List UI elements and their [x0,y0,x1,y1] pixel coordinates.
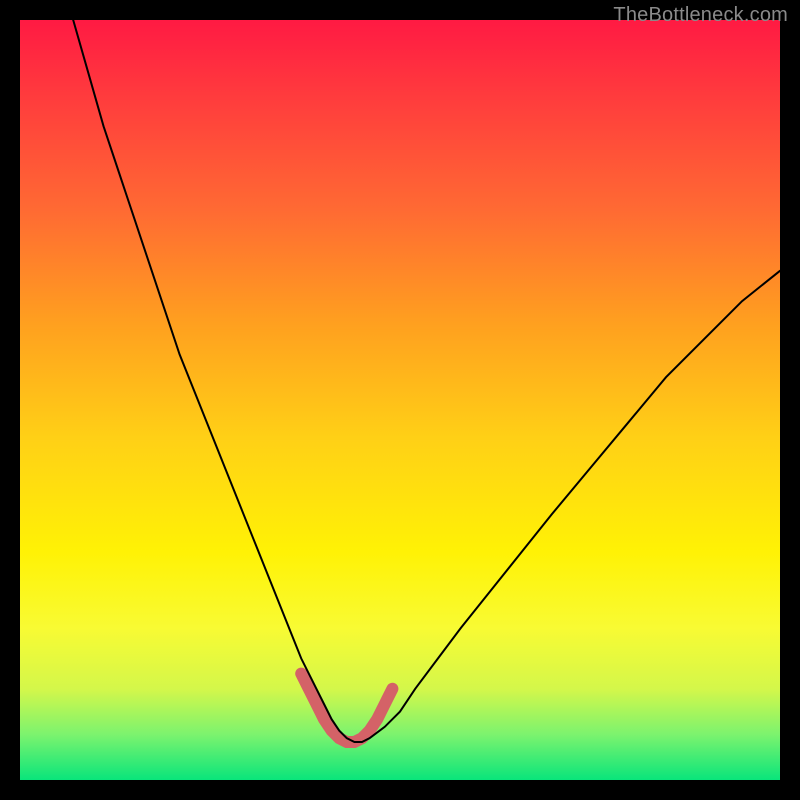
watermark-text: TheBottleneck.com [613,4,788,27]
curve-svg [20,20,780,780]
chart-frame: TheBottleneck.com [0,0,800,800]
plot-area [20,20,780,780]
bottleneck-curve [73,20,780,742]
